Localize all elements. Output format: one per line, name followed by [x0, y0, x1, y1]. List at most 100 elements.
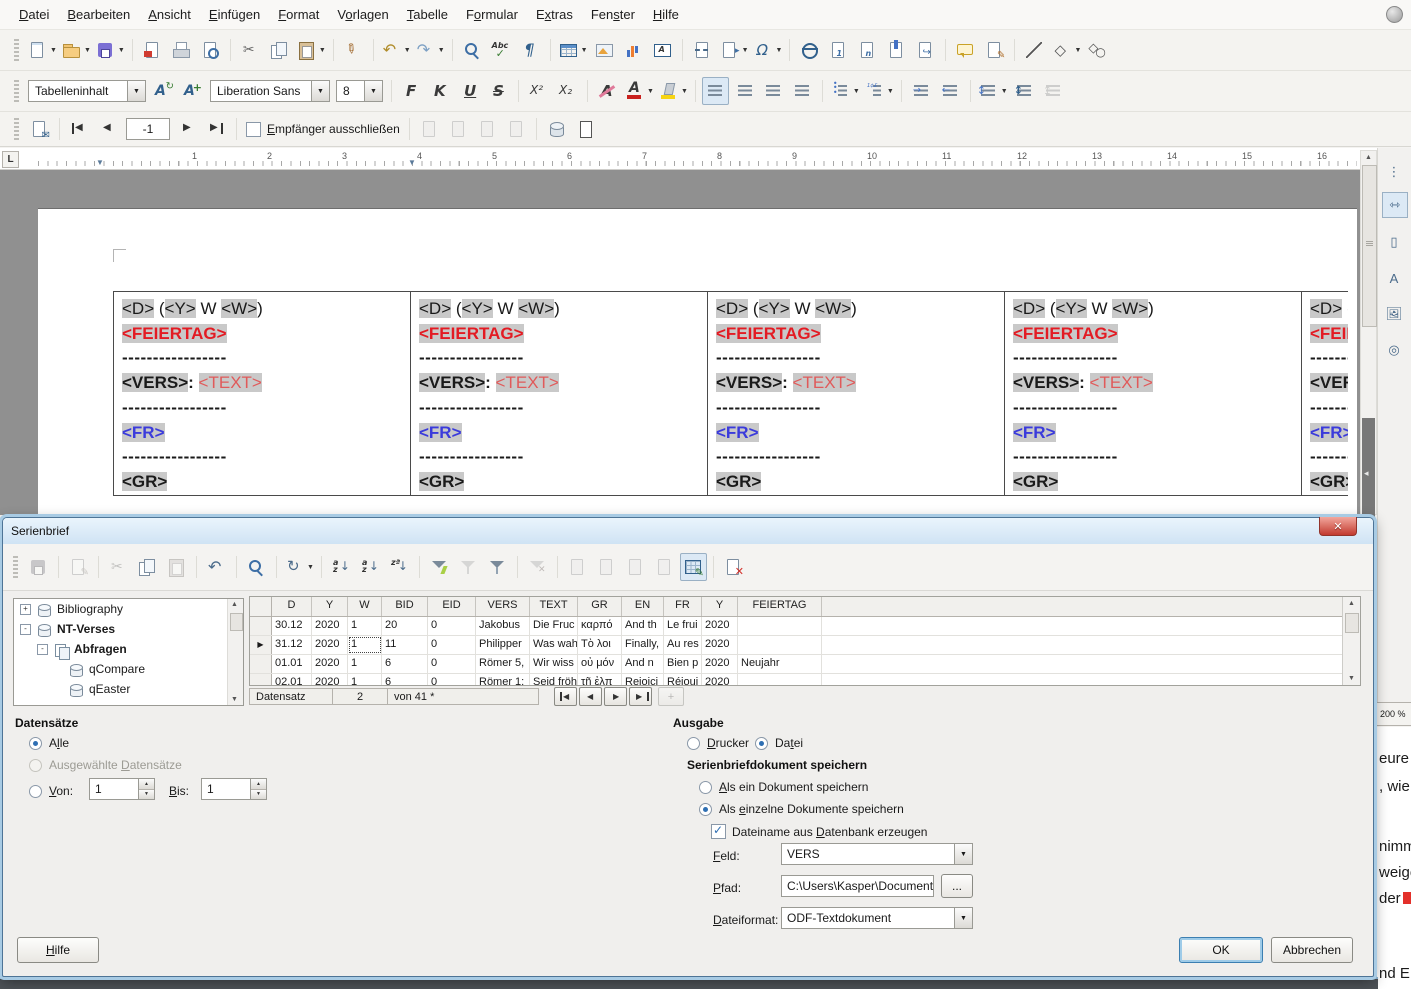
scroll-up-icon[interactable]: ▲	[229, 601, 240, 608]
find-record-button[interactable]	[243, 553, 270, 581]
decrease-paragraph-spacing-button[interactable]	[1040, 77, 1067, 105]
dropdown-icon[interactable]: ▼	[1074, 47, 1081, 54]
merge-template-cell[interactable]: <D> (<Y> W <W>)<FEIERTAG>---------------…	[1004, 291, 1301, 496]
mailmerge-record-number-field[interactable]: -1	[126, 118, 170, 140]
mail-merge-button[interactable]	[622, 553, 649, 581]
von-value[interactable]: 1	[90, 779, 138, 799]
find-replace-button[interactable]	[459, 36, 486, 64]
column-header-feiertag[interactable]: FEIERTAG	[738, 597, 822, 616]
grid-cell[interactable]: 2020	[312, 655, 348, 673]
toolbar-grip[interactable]	[14, 39, 19, 61]
dropdown-icon[interactable]: ▼	[581, 47, 588, 54]
sort-button[interactable]	[328, 553, 355, 581]
grid-cell[interactable]: 2020	[702, 617, 738, 635]
grid-cell[interactable]: Seid fröh	[530, 674, 578, 686]
toolbar-grip[interactable]	[13, 556, 18, 578]
font-color-button[interactable]: ▼	[623, 77, 655, 105]
bis-spinner[interactable]: 1 ▲▼	[201, 778, 267, 800]
menu-format[interactable]: Format	[269, 3, 328, 26]
insert-image-button[interactable]	[591, 36, 618, 64]
abbrechen-button[interactable]: Abbrechen	[1271, 937, 1353, 963]
tree-item-qeaster[interactable]: qEaster	[14, 679, 243, 699]
special-character-button[interactable]: ▼	[752, 36, 784, 64]
merge-template-cell[interactable]: <D> (<Y> W <W>)<FEIERTAG>---------------…	[410, 291, 707, 496]
undo-data-entry-button[interactable]	[203, 553, 230, 581]
grid-cell[interactable]: 1	[348, 655, 382, 673]
send-email-messages-button[interactable]	[503, 115, 530, 143]
scroll-up-icon[interactable]: ▲	[1363, 154, 1374, 161]
grid-cell[interactable]: 30.12	[272, 617, 312, 635]
underline-button[interactable]	[456, 77, 483, 105]
subscript-button[interactable]	[554, 77, 581, 105]
next-record-button[interactable]	[604, 687, 627, 706]
copy-button[interactable]	[266, 36, 293, 64]
data-to-text-button[interactable]	[564, 553, 591, 581]
grid-cell[interactable]: Was wah	[530, 636, 578, 654]
grid-cell[interactable]: Finally,	[622, 636, 664, 654]
document-page[interactable]: <D> (<Y> W <W>)<FEIERTAG>---------------…	[38, 208, 1357, 516]
grid-cell[interactable]: 2020	[312, 617, 348, 635]
last-record-button[interactable]	[629, 687, 652, 706]
paste-button[interactable]: ▼	[295, 36, 327, 64]
grid-cell[interactable]: 01.01	[272, 655, 312, 673]
spinner-buttons[interactable]: ▲▼	[250, 779, 266, 799]
merge-template-cell[interactable]: <D> (<Y> W <W>)<FEIERTAG>---------------…	[1301, 291, 1348, 496]
align-left-button[interactable]	[702, 77, 729, 105]
next-mailmerge-entry-button[interactable]	[174, 115, 201, 143]
page-icon[interactable]: ▯	[1382, 230, 1406, 254]
grid-cell[interactable]: 2020	[312, 674, 348, 686]
radio-als-ein-dokument[interactable]: Als ein Dokument speichern	[699, 780, 868, 794]
italic-button[interactable]	[427, 77, 454, 105]
cross-reference-button[interactable]	[912, 36, 939, 64]
dropdown-icon[interactable]: ▼	[364, 81, 382, 101]
menu-bearbeiten[interactable]: Bearbeiten	[58, 3, 139, 26]
paragraph-style-combobox[interactable]: Tabelleninhalt▼	[28, 80, 146, 102]
grid-cell[interactable]: οὐ μόν	[578, 655, 622, 673]
increase-paragraph-spacing-button[interactable]	[1011, 77, 1038, 105]
indent-marker[interactable]: ▼	[408, 158, 416, 167]
redo-button[interactable]: ▼	[414, 36, 446, 64]
gallery-icon[interactable]: 🖼	[1382, 302, 1406, 326]
expander-icon[interactable]: +	[20, 604, 31, 615]
grid-cell[interactable]: Die Fruc	[530, 617, 578, 635]
merge-template-cell[interactable]: <D> (<Y> W <W>)<FEIERTAG>---------------…	[113, 291, 410, 496]
column-header-text[interactable]: TEXT	[530, 597, 578, 616]
row-header[interactable]	[250, 655, 272, 673]
dropdown-icon[interactable]: ▼	[776, 47, 783, 54]
von-spinner[interactable]: 1 ▲▼	[89, 778, 155, 800]
expander-icon[interactable]: -	[37, 644, 48, 655]
update-status-icon[interactable]	[1386, 6, 1403, 23]
insert-line-button[interactable]	[1021, 36, 1048, 64]
current-record-field[interactable]: 2	[332, 688, 388, 705]
column-header-en[interactable]: EN	[622, 597, 664, 616]
grid-cell[interactable]: 0	[428, 655, 476, 673]
grid-cell[interactable]: 02.01	[272, 674, 312, 686]
line-spacing-button[interactable]: ▼	[977, 77, 1009, 105]
dropdown-icon[interactable]: ▼	[887, 88, 894, 95]
document-table[interactable]: <D> (<Y> W <W>)<FEIERTAG>---------------…	[113, 291, 1348, 498]
browse-button[interactable]: ...	[941, 874, 973, 898]
sidebar-settings-icon[interactable]: ⋮	[1382, 160, 1406, 184]
scrollbar-thumb[interactable]	[1362, 165, 1377, 327]
grid-cell[interactable]: καρπό	[578, 617, 622, 635]
strikethrough-button[interactable]	[485, 77, 512, 105]
update-style-button[interactable]	[150, 77, 177, 105]
font-name-combobox[interactable]: Liberation Sans▼	[210, 80, 330, 102]
previous-record-button[interactable]	[579, 687, 602, 706]
pfad-input[interactable]: C:\Users\Kasper\Documents	[781, 875, 934, 897]
insert-table-button[interactable]: ▼	[557, 36, 589, 64]
dropdown-icon[interactable]: ▼	[307, 564, 314, 571]
bold-button[interactable]	[398, 77, 425, 105]
reset-filter-button[interactable]	[524, 553, 551, 581]
tree-item-qcompare[interactable]: qCompare	[14, 659, 243, 679]
blank-page-button[interactable]	[572, 115, 599, 143]
dialog-close-button[interactable]: ✕	[1319, 517, 1357, 536]
standard-filter-button[interactable]	[484, 553, 511, 581]
menu-datei[interactable]: Datei	[10, 3, 58, 26]
tree-scrollbar-thumb[interactable]	[230, 613, 243, 631]
indent-marker[interactable]: ▼	[96, 158, 104, 167]
grid-cell[interactable]	[738, 674, 822, 686]
apply-filter-button[interactable]	[455, 553, 482, 581]
tree-item-bibliography[interactable]: +Bibliography	[14, 599, 243, 619]
dropdown-icon[interactable]: ▼	[319, 47, 326, 54]
